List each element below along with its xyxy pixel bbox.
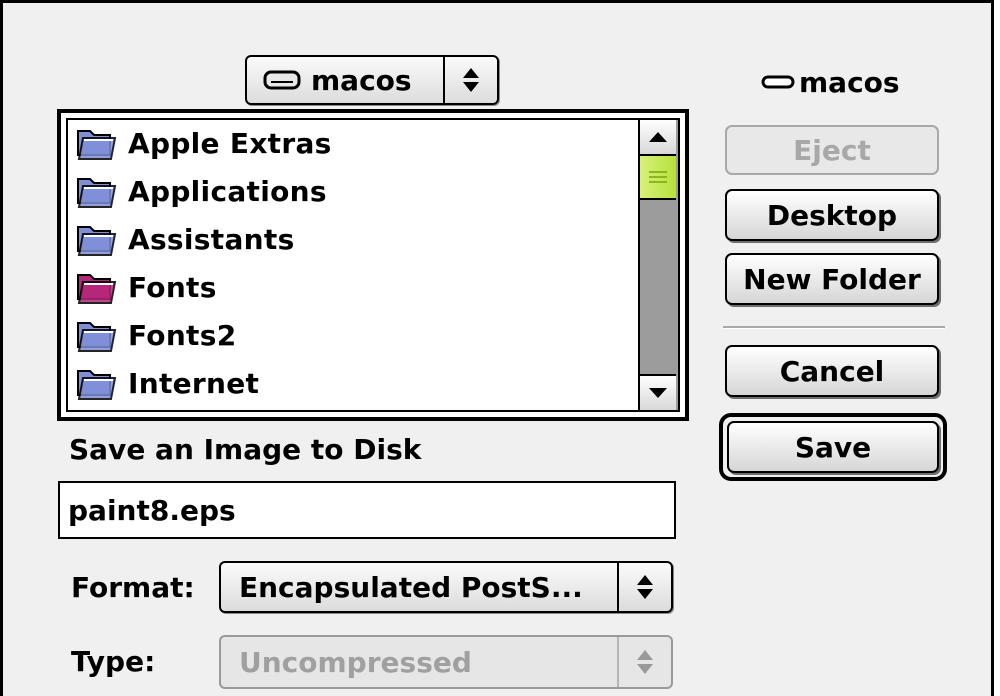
- folder-icon: [77, 370, 117, 400]
- list-item-label: Apple Extras: [128, 126, 332, 160]
- volume-popup[interactable]: macos: [245, 55, 499, 105]
- list-item-label: Internet: [128, 366, 260, 400]
- list-item-label: Fonts2: [128, 318, 237, 352]
- arrow-down-icon: [649, 388, 667, 398]
- list-item[interactable]: Fonts: [74, 263, 217, 311]
- cancel-button[interactable]: Cancel: [725, 345, 939, 397]
- new-folder-button[interactable]: New Folder: [725, 253, 939, 305]
- popup-arrows-icon: [617, 563, 671, 611]
- scroll-thumb[interactable]: [640, 156, 676, 200]
- popup-arrows-icon: [617, 637, 671, 687]
- desktop-button[interactable]: Desktop: [725, 189, 939, 241]
- list-item-label: Assistants: [128, 222, 295, 256]
- filename-field[interactable]: paint8.eps: [58, 481, 676, 539]
- volume-popup-label: macos: [311, 63, 412, 97]
- format-popup-value: Encapsulated PostS...: [239, 570, 583, 604]
- popup-arrows-icon: [443, 57, 497, 103]
- separator: [723, 326, 945, 329]
- filename-value: paint8.eps: [68, 493, 236, 527]
- folder-icon: [77, 178, 117, 208]
- folder-icon: [77, 226, 117, 256]
- arrow-up-icon: [649, 132, 667, 142]
- volume-info-label: macos: [799, 65, 900, 99]
- format-popup[interactable]: Encapsulated PostS...: [219, 561, 673, 613]
- hard-disk-icon: [263, 70, 301, 90]
- disk-icon: [761, 75, 795, 89]
- folder-icon: [77, 322, 117, 352]
- type-popup-value: Uncompressed: [239, 645, 472, 679]
- list-item[interactable]: Internet: [74, 359, 259, 407]
- save-prompt: Save an Image to Disk: [69, 433, 422, 466]
- list-item[interactable]: Applications: [74, 167, 327, 215]
- list-item-label: Fonts: [128, 270, 217, 304]
- list-item[interactable]: Apple Extras: [74, 120, 332, 167]
- list-item[interactable]: Assistants: [74, 215, 295, 263]
- eject-button[interactable]: Eject: [725, 125, 939, 175]
- scroll-down-button[interactable]: [640, 374, 676, 410]
- file-list[interactable]: Apple Extras Applications Assistants Fonts F…: [57, 109, 689, 421]
- format-label: Format:: [71, 571, 195, 604]
- vertical-scrollbar[interactable]: [638, 120, 678, 410]
- list-item-label: Applications: [128, 174, 327, 208]
- save-button[interactable]: Save: [727, 421, 939, 473]
- volume-info: macos: [761, 63, 900, 101]
- list-item[interactable]: Fonts2: [74, 311, 237, 359]
- scroll-up-button[interactable]: [640, 120, 676, 156]
- folder-icon: [77, 130, 117, 160]
- save-dialog: macos macos Apple Extras Applications Assi…: [0, 0, 994, 696]
- type-popup[interactable]: Uncompressed: [219, 635, 673, 689]
- type-label: Type:: [71, 645, 156, 678]
- fonts-folder-icon: [77, 274, 117, 304]
